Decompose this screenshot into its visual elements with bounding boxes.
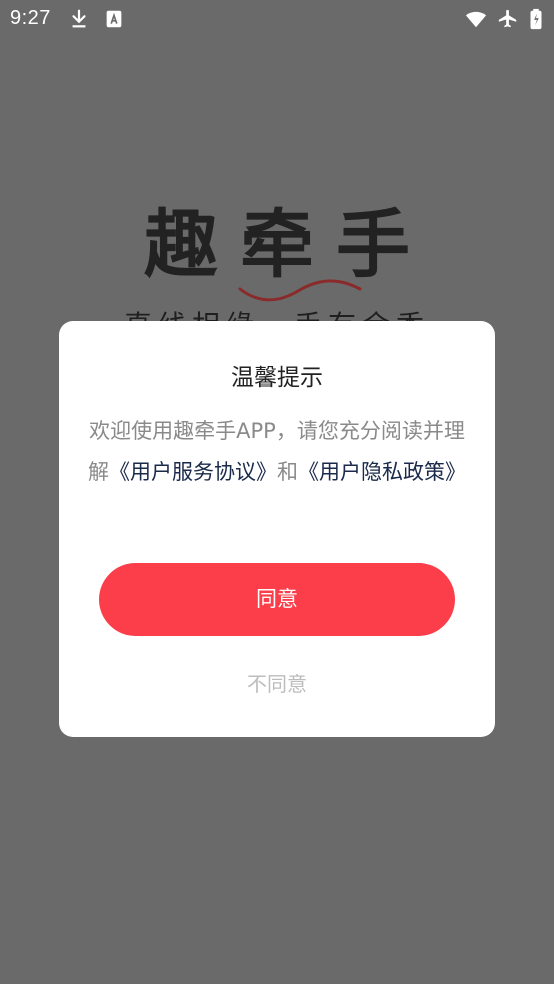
dialog-body: 欢迎使用趣牵手APP，请您充分阅读并理解《用户服务协议》和《用户隐私政策》 [85, 411, 469, 493]
agree-button[interactable]: 同意 [99, 563, 455, 636]
privacy-policy-link[interactable]: 《用户隐私政策》 [298, 460, 466, 484]
service-agreement-link[interactable]: 《用户服务协议》 [109, 460, 277, 484]
dialog-title: 温馨提示 [231, 365, 323, 391]
disagree-button[interactable]: 不同意 [177, 667, 377, 701]
privacy-dialog: 温馨提示 欢迎使用趣牵手APP，请您充分阅读并理解《用户服务协议》和《用户隐私政… [59, 321, 495, 737]
dialog-body-and: 和 [277, 460, 298, 484]
